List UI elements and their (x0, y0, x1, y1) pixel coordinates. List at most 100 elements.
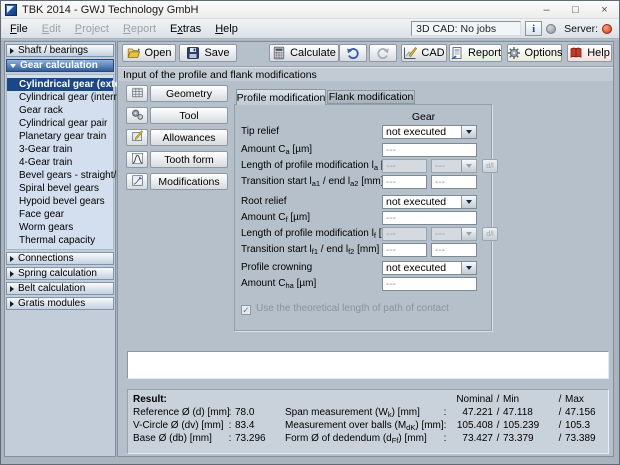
result-title: Result: (133, 394, 167, 405)
result-min: 73.379 (503, 433, 534, 444)
tool-icon (131, 108, 144, 124)
form-row: Transition start lf1 / end lf2 [mm] --- --… (241, 243, 489, 257)
tool-allowances-button[interactable]: Allowances (150, 129, 228, 146)
menu-right: 3D CAD: No jobs i Server: (411, 21, 617, 36)
sidebar-section-spring-calculation[interactable]: Spring calculation (6, 267, 114, 280)
result-right-label: Form Ø of dedendum (dFf) [mm] (285, 432, 427, 445)
sidebar-section-shaft-bearings[interactable]: Shaft / bearings (6, 44, 114, 57)
result-max: 105.3 (565, 420, 591, 431)
sidebar-item-hypoid-bevel-gears[interactable]: Hypoid bevel gears (7, 195, 113, 208)
info-button[interactable]: i (525, 21, 543, 36)
cad-button[interactable]: CAD (401, 44, 447, 62)
window-title: TBK 2014 - GWJ Technology GmbH (22, 3, 199, 16)
report-button[interactable]: Report (449, 44, 502, 62)
sidebar-item-thermal-capacity[interactable]: Thermal capacity (7, 234, 113, 247)
chevron-down-icon (461, 160, 476, 172)
redo-button (369, 44, 397, 62)
open-folder-icon (127, 46, 141, 60)
dropdown-value: not executed (386, 262, 447, 274)
sidebar-section-label: Shaft / bearings (18, 45, 89, 56)
result-header-row: Result: Nominal / Min / Max (133, 393, 606, 406)
dropdown-value: not executed (386, 126, 447, 138)
cad-icon (403, 46, 418, 60)
options-button[interactable]: Options (507, 44, 562, 62)
save-button[interactable]: Save (179, 44, 237, 62)
input-field[interactable]: --- (431, 175, 477, 189)
slash: / (558, 433, 562, 444)
input-field[interactable]: --- (382, 175, 427, 189)
open-button[interactable]: Open (122, 44, 176, 62)
sidebar-section-label: Spring calculation (18, 268, 97, 279)
sidebar-item-gear-rack[interactable]: Gear rack (7, 104, 113, 117)
help-button[interactable]: Help (567, 44, 612, 62)
sidebar-item-worm-gears[interactable]: Worm gears (7, 221, 113, 234)
sidebar-item-cylindrical-gear-internal[interactable]: Cylindrical gear (internal) (7, 91, 130, 104)
undo-button[interactable] (339, 44, 367, 62)
toolbar-button-label: Report (467, 47, 502, 59)
result-min: 47.118 (503, 407, 533, 418)
tab-profile-modification[interactable]: Profile modification (236, 89, 326, 105)
sidebar-section-belt-calculation[interactable]: Belt calculation (6, 282, 114, 295)
allowances-icon-button[interactable] (126, 129, 148, 146)
calculate-button[interactable]: Calculate (269, 44, 339, 62)
result-max: Max (565, 394, 584, 405)
colon: : (228, 433, 232, 444)
sidebar-item-bevel-gears-straight-helical[interactable]: Bevel gears - straight/helical (7, 169, 145, 182)
expand-icon (10, 300, 14, 307)
menu-file[interactable]: File (3, 21, 35, 37)
tooth-form-icon-button[interactable] (126, 151, 148, 168)
maximize-button[interactable]: □ (561, 1, 590, 18)
input-field[interactable]: --- (382, 143, 477, 157)
sidebar-section-gear-calculation[interactable]: Gear calculation (6, 59, 114, 72)
menu-extras[interactable]: Extras (163, 21, 208, 37)
form-row: Amount Ca [µm] --- (241, 143, 489, 157)
sidebar-section-connections[interactable]: Connections (6, 252, 114, 265)
chevron-down-icon[interactable] (461, 262, 476, 274)
cad-led-icon (546, 23, 557, 34)
sidebar-item-cylindrical-gear-pair[interactable]: Cylindrical gear pair (7, 117, 113, 130)
tab-flank-modification[interactable]: Flank modification (327, 90, 415, 104)
tool-column: Geometry Tool Allowances Tooth form Modifica… (126, 85, 228, 195)
toolbar: Open Save Calculate CAD Report Options Help (118, 44, 613, 66)
input-field[interactable]: --- (382, 211, 477, 225)
slash: / (496, 420, 500, 431)
cad-status-field: 3D CAD: No jobs (411, 21, 522, 36)
diameter-length-button: d/l (482, 159, 498, 173)
field-label: Root relief (241, 196, 287, 207)
menu-help[interactable]: Help (208, 21, 245, 37)
dropdown[interactable]: not executed (382, 261, 477, 275)
field-label: Amount Cha [µm] (241, 278, 317, 290)
dropdown: --- (431, 159, 477, 173)
window-controls: – □ × (532, 1, 619, 18)
form-row: Amount Cf [µm] --- (241, 211, 489, 225)
dropdown[interactable]: not executed (382, 195, 477, 209)
close-button[interactable]: × (590, 1, 619, 18)
sidebar-item-planetary-gear-train[interactable]: Planetary gear train (7, 130, 113, 143)
sidebar-item-cylindrical-gear-external[interactable]: Cylindrical gear (external) (7, 78, 142, 91)
minimize-button[interactable]: – (532, 1, 561, 18)
field-label: Amount Cf [µm] (241, 212, 310, 224)
field-label: Length of profile modification la [mm] (241, 160, 403, 172)
sidebar-item-3-gear-train[interactable]: 3-Gear train (7, 143, 113, 156)
toolbar-button-label: Help (587, 47, 610, 59)
sidebar-item-4-gear-train[interactable]: 4-Gear train (7, 156, 113, 169)
chevron-down-icon[interactable] (461, 126, 476, 138)
tool-modifications-button[interactable]: Modifications (150, 173, 228, 190)
tool-icon-button[interactable] (126, 107, 148, 124)
tool-tooth-form-button[interactable]: Tooth form (150, 151, 228, 168)
sidebar-item-face-gear[interactable]: Face gear (7, 208, 113, 221)
tool-geometry-button[interactable]: Geometry (150, 85, 228, 102)
tool-tool-button[interactable]: Tool (150, 107, 228, 124)
chevron-down-icon[interactable] (461, 196, 476, 208)
modifications-icon-button[interactable] (126, 173, 148, 190)
server-led-icon (602, 23, 612, 34)
dropdown-value: --- (435, 160, 445, 172)
sidebar-section-gratis-modules[interactable]: Gratis modules (6, 297, 114, 310)
sidebar-item-spiral-bevel-gears[interactable]: Spiral bevel gears (7, 182, 113, 195)
input-field[interactable]: --- (382, 243, 427, 257)
geometry-icon-button[interactable] (126, 85, 148, 102)
form-row: Root relief not executed (241, 195, 489, 209)
input-field[interactable]: --- (382, 277, 477, 291)
input-field[interactable]: --- (431, 243, 477, 257)
dropdown[interactable]: not executed (382, 125, 477, 139)
